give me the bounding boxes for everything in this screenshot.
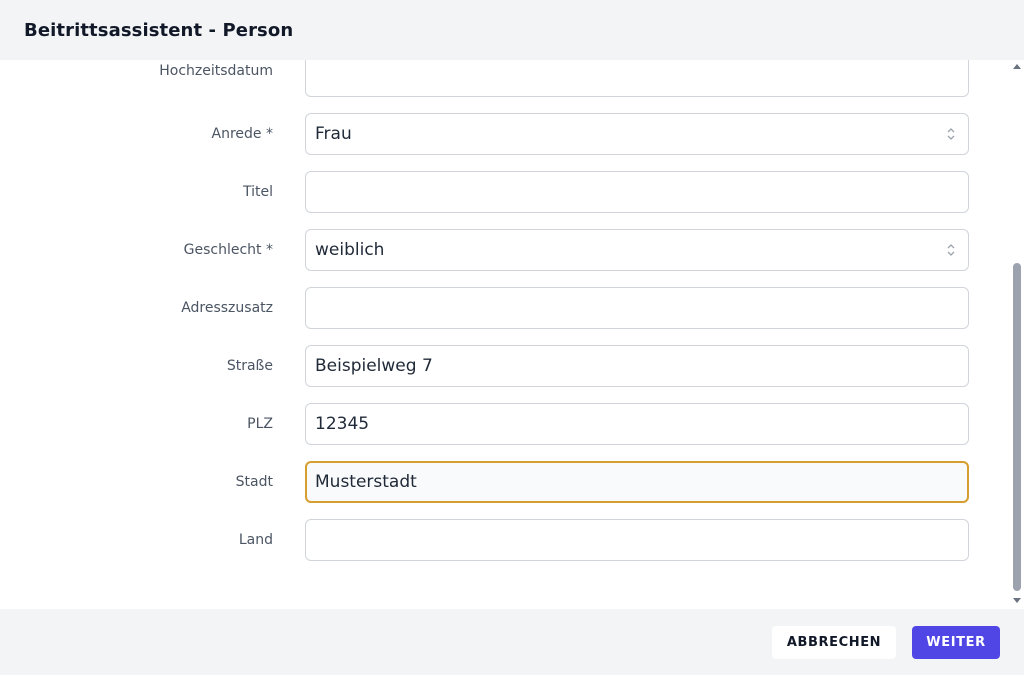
form-row-titel: Titel xyxy=(0,171,1010,213)
field-label: Adresszusatz xyxy=(181,300,273,316)
form-scrollbar[interactable] xyxy=(1010,60,1024,609)
form-row-plz: PLZ xyxy=(0,403,1010,445)
field-label: Hochzeitsdatum xyxy=(159,63,273,79)
select-arrows-icon xyxy=(947,244,955,256)
hochzeitsdatum-input[interactable] xyxy=(305,60,969,97)
field-label: Straße xyxy=(226,358,273,374)
scroll-thumb[interactable] xyxy=(1013,263,1021,591)
wizard-dialog: Beitrittsassistent - Person Hochzeitsdat… xyxy=(0,0,1024,675)
strasse-input[interactable] xyxy=(305,345,969,387)
form-row-hochzeitsdatum: Hochzeitsdatum xyxy=(0,60,1010,97)
anrede-select-value: Frau xyxy=(315,124,352,144)
dialog-header: Beitrittsassistent - Person xyxy=(0,0,1024,60)
adresszusatz-input[interactable] xyxy=(305,287,969,329)
field-label: Stadt xyxy=(235,474,273,490)
field-label: Land xyxy=(238,532,273,548)
geschlecht-select-value: weiblich xyxy=(315,240,385,260)
stadt-input[interactable] xyxy=(305,461,969,503)
form-body: Hochzeitsdatum Anrede * Frau Titel Gesch… xyxy=(0,60,1024,609)
field-label: PLZ xyxy=(247,416,273,432)
select-arrows-icon xyxy=(947,128,955,140)
form-row-stadt: Stadt xyxy=(0,461,1010,503)
form-row-geschlecht: Geschlecht * weiblich xyxy=(0,229,1010,271)
scroll-up-icon[interactable] xyxy=(1013,64,1021,69)
form-row-land: Land xyxy=(0,519,1010,561)
scroll-down-icon[interactable] xyxy=(1013,598,1021,603)
dialog-footer: ABBRECHEN WEITER xyxy=(0,609,1024,675)
field-label: Titel xyxy=(242,184,273,200)
field-label: Anrede * xyxy=(211,126,273,142)
next-button[interactable]: WEITER xyxy=(912,626,1000,659)
form-row-anrede: Anrede * Frau xyxy=(0,113,1010,155)
form-row-adresszusatz: Adresszusatz xyxy=(0,287,1010,329)
plz-input[interactable] xyxy=(305,403,969,445)
cancel-button[interactable]: ABBRECHEN xyxy=(772,626,896,659)
dialog-title: Beitrittsassistent - Person xyxy=(24,19,294,41)
form-row-strasse: Straße xyxy=(0,345,1010,387)
geschlecht-select[interactable]: weiblich xyxy=(305,229,969,271)
field-label: Geschlecht * xyxy=(183,242,273,258)
anrede-select[interactable]: Frau xyxy=(305,113,969,155)
land-input[interactable] xyxy=(305,519,969,561)
titel-input[interactable] xyxy=(305,171,969,213)
